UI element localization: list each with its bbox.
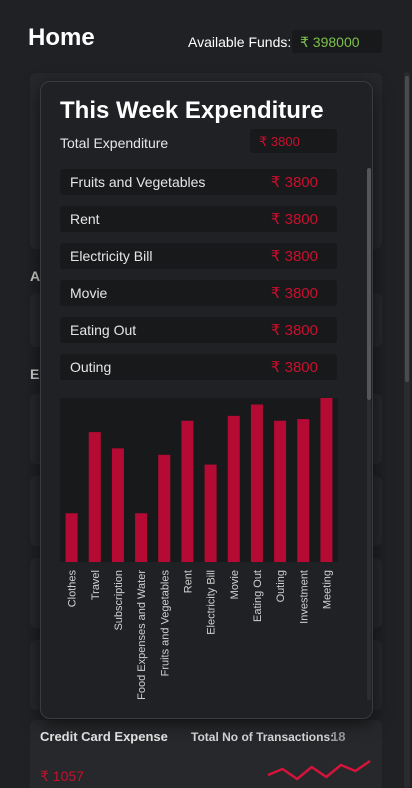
chart-x-tick-label: Travel	[90, 570, 102, 600]
total-expenditure-label: Total Expenditure	[60, 135, 169, 151]
transactions-label: Total No of Transactions:	[191, 730, 335, 744]
bg-label-a: A	[30, 268, 41, 284]
chart-bar[interactable]	[227, 415, 240, 562]
chart-bar[interactable]	[204, 464, 217, 562]
total-expenditure-value: ₹ 3800	[250, 129, 337, 153]
chart-bar[interactable]	[135, 513, 148, 562]
expense-name: Electricity Bill	[70, 248, 153, 264]
chart-x-tick-label: Eating Out	[252, 570, 264, 622]
expenditure-modal: This Week Expenditure Total Expenditure …	[40, 81, 373, 719]
chart-x-tick-label: Fruits and Vegetables	[159, 570, 171, 677]
expense-value: ₹ 3800	[270, 359, 318, 376]
expense-row-rent[interactable]: Rent ₹ 3800	[60, 206, 337, 232]
chart-x-tick-label: Subscription	[113, 570, 125, 631]
chart-x-tick-label: Food Expenses and Water	[136, 570, 148, 700]
expense-row-fruits[interactable]: Fruits and Vegetables ₹ 3800	[60, 169, 337, 195]
expense-row-outing[interactable]: Outing ₹ 3800	[60, 354, 337, 380]
chart-bar[interactable]	[274, 420, 287, 562]
funds-label: Available Funds:	[188, 34, 292, 50]
chart-x-tick-label: Clothes	[67, 570, 79, 608]
chart-bar[interactable]	[88, 432, 101, 562]
chart-bar[interactable]	[297, 419, 310, 562]
expense-name: Movie	[70, 285, 108, 301]
expense-name: Outing	[70, 359, 112, 375]
expense-row-movie[interactable]: Movie ₹ 3800	[60, 280, 337, 306]
sparkline-line	[267, 759, 371, 781]
expense-name: Fruits and Vegetables	[70, 174, 206, 190]
credit-card-amount: ₹ 1057	[40, 768, 84, 784]
expense-value: ₹ 3800	[270, 174, 318, 191]
modal-title: This Week Expenditure	[60, 97, 324, 124]
chart-x-tick-label: Rent	[182, 570, 194, 593]
modal-scrollbar-track[interactable]	[367, 400, 371, 700]
expense-value: ₹ 3800	[270, 322, 318, 339]
expense-name: Rent	[70, 211, 100, 227]
expenditure-bar-chart: Clothes Travel Subscription Food Expenses a…	[60, 398, 338, 700]
sparkline-chart	[267, 759, 371, 781]
chart-bar[interactable]	[320, 398, 333, 562]
page-scrollbar-thumb[interactable]	[405, 76, 409, 382]
expense-value: ₹ 3800	[270, 248, 318, 265]
expense-row-eating-out[interactable]: Eating Out ₹ 3800	[60, 317, 337, 343]
chart-bar[interactable]	[158, 454, 171, 562]
chart-bar[interactable]	[250, 404, 263, 562]
credit-card-title: Credit Card Expense	[40, 729, 168, 744]
chart-bar[interactable]	[111, 448, 124, 562]
expense-name: Eating Out	[70, 322, 137, 338]
expense-value: ₹ 3800	[270, 211, 318, 228]
chart-x-tick-label: Meeting	[321, 570, 333, 609]
funds-value: ₹ 398000	[292, 30, 382, 53]
chart-x-tick-label: Investment	[298, 570, 310, 624]
chart-x-tick-label: Electricity Bill	[206, 570, 218, 635]
chart-x-tick-label: Outing	[275, 570, 287, 602]
chart-plot-area	[60, 398, 338, 562]
chart-bar[interactable]	[181, 420, 194, 562]
expense-row-electricity[interactable]: Electricity Bill ₹ 3800	[60, 243, 337, 269]
expense-value: ₹ 3800	[270, 285, 318, 302]
modal-scrollbar-thumb[interactable]	[367, 168, 371, 400]
transactions-value: 18	[331, 729, 346, 744]
header-title: Home	[28, 24, 95, 51]
chart-x-tick-label: Movie	[229, 570, 241, 599]
chart-bar[interactable]	[65, 513, 78, 562]
